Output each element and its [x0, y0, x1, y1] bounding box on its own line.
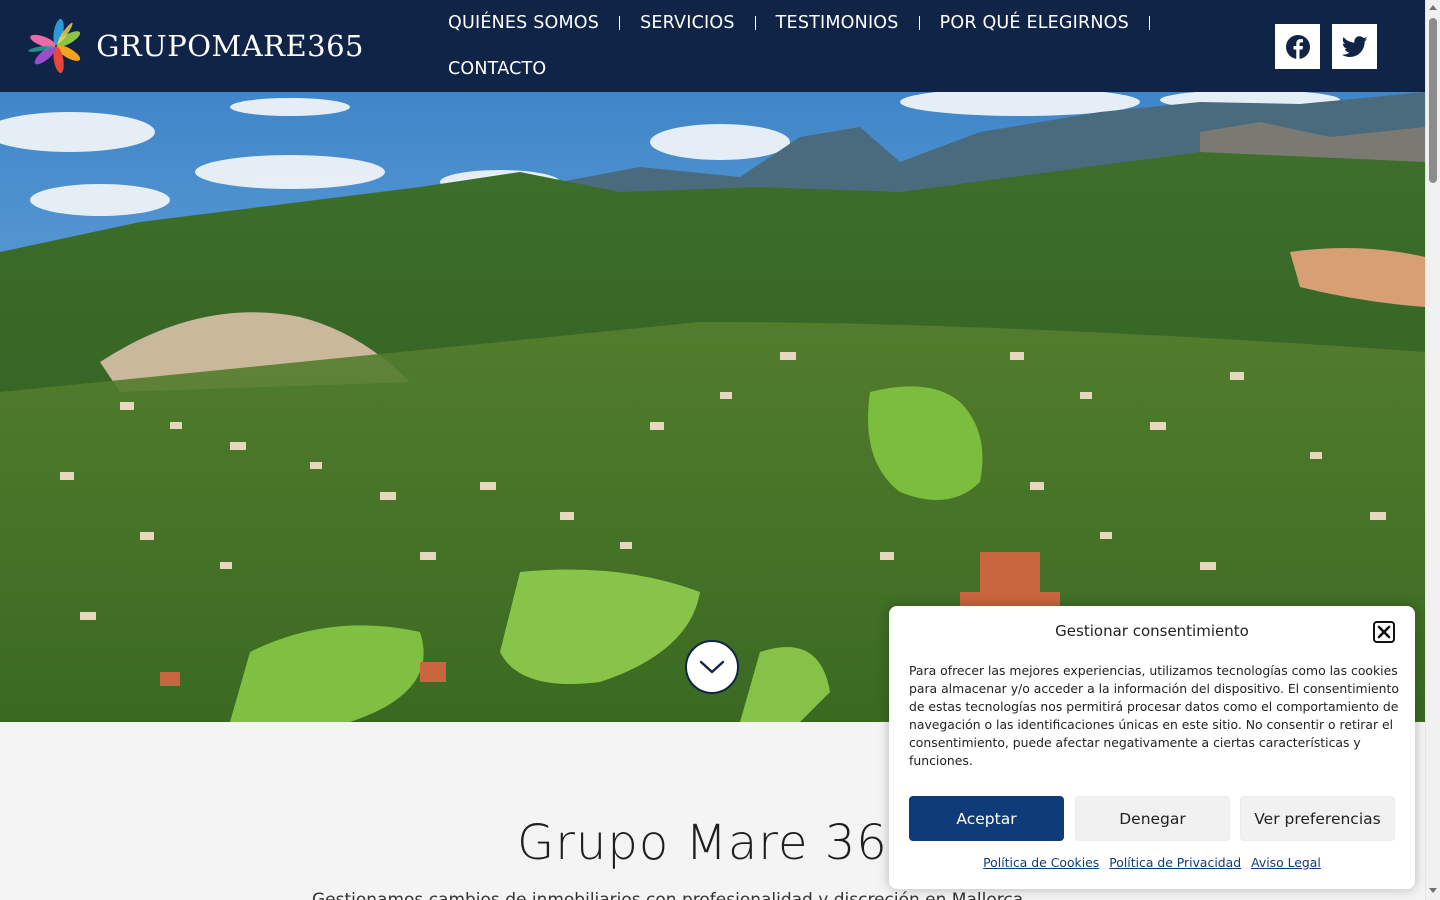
nav-separator — [754, 16, 756, 30]
scrollbar-thumb[interactable] — [1429, 18, 1437, 183]
brand-name: GRUPOMARE365 — [96, 29, 364, 63]
nav-item-quienes-somos[interactable]: QUIÉNES SOMOS — [448, 13, 599, 33]
nav-item-testimonios[interactable]: TESTIMONIOS — [776, 13, 899, 33]
chevron-down-icon — [699, 660, 725, 674]
scroll-down-button[interactable] — [685, 640, 739, 694]
nav-item-contacto[interactable]: CONTACTO — [448, 59, 546, 79]
scroll-down-arrow-icon[interactable] — [1429, 888, 1437, 893]
consent-links: Política de Cookies Política de Privacid… — [889, 855, 1415, 870]
preferences-button[interactable]: Ver preferencias — [1240, 796, 1395, 841]
deny-button[interactable]: Denegar — [1075, 796, 1230, 841]
privacy-policy-link[interactable]: Política de Privacidad — [1109, 855, 1241, 870]
logo-flower-icon — [28, 18, 81, 74]
consent-text: Para ofrecer las mejores experiencias, u… — [909, 663, 1399, 768]
page-title: Grupo Mare 365 — [517, 815, 920, 871]
nav-item-servicios[interactable]: SERVICIOS — [640, 13, 735, 33]
facebook-icon — [1285, 34, 1310, 59]
nav-separator — [619, 16, 621, 30]
cookie-policy-link[interactable]: Política de Cookies — [983, 855, 1099, 870]
legal-notice-link[interactable]: Aviso Legal — [1251, 855, 1321, 870]
facebook-button[interactable] — [1275, 24, 1320, 69]
site-header: GRUPOMARE365 QUIÉNES SOMOS SERVICIOS TES… — [0, 0, 1425, 92]
close-button[interactable] — [1373, 621, 1395, 643]
main-nav: QUIÉNES SOMOS SERVICIOS TESTIMONIOS POR … — [448, 0, 1208, 92]
nav-separator — [1148, 16, 1150, 30]
nav-item-por-que-elegirnos[interactable]: POR QUÉ ELEGIRNOS — [940, 13, 1129, 33]
nav-separator — [918, 16, 920, 30]
logo[interactable]: GRUPOMARE365 — [24, 6, 364, 86]
page-scrollbar[interactable] — [1425, 0, 1440, 900]
scroll-up-arrow-icon[interactable] — [1429, 5, 1437, 10]
accept-button[interactable]: Aceptar — [909, 796, 1064, 841]
cookie-consent-dialog: Gestionar consentimiento Para ofrecer la… — [889, 606, 1415, 889]
twitter-button[interactable] — [1332, 24, 1377, 69]
page-subtitle: Gestionamos cambios de inmobiliarios con… — [312, 890, 1024, 900]
twitter-icon — [1341, 35, 1368, 57]
consent-title: Gestionar consentimiento — [1055, 622, 1249, 640]
close-icon — [1377, 625, 1391, 639]
